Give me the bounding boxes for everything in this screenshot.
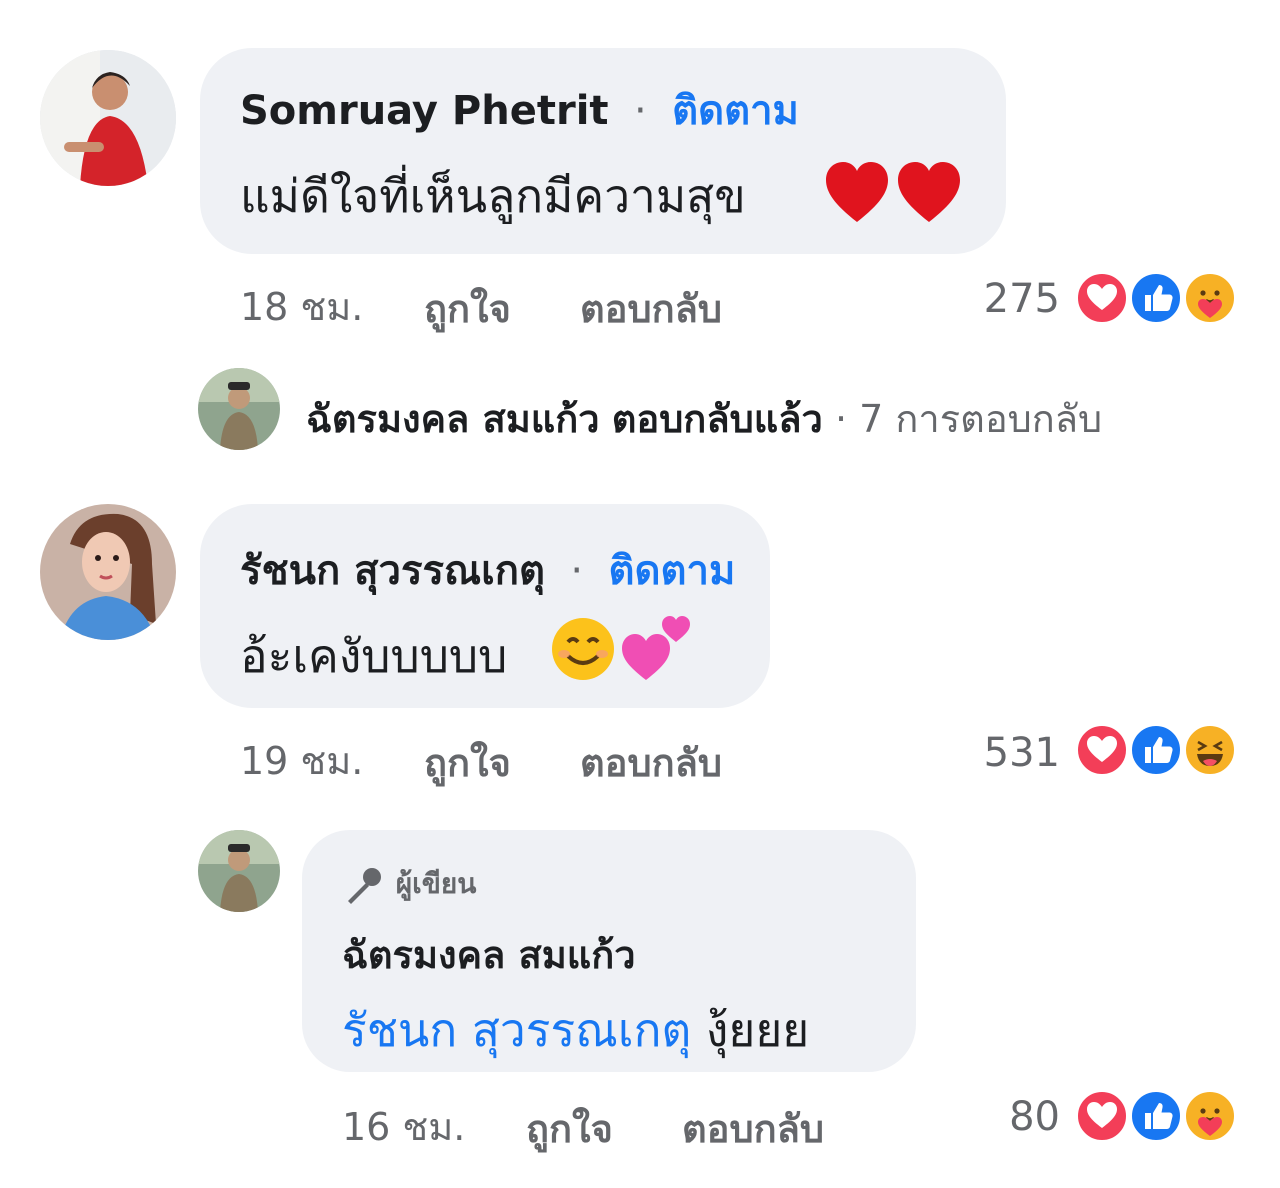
reply-author[interactable]: ฉัตรมงคล สมแก้ว bbox=[342, 924, 636, 985]
comment-text: อ้ะเคงับบบบบ bbox=[240, 629, 508, 683]
reply-text: งุ้ยยย bbox=[705, 1003, 810, 1057]
follow-link[interactable]: ติดตาม bbox=[609, 548, 736, 594]
heart-icon[interactable] bbox=[1074, 270, 1130, 326]
red-heart-emoji-icon bbox=[826, 162, 960, 222]
separator-dot: · bbox=[834, 397, 848, 441]
comment-author[interactable]: รัชนก สุวรรณเกตุ bbox=[240, 548, 545, 594]
author-badge-label: ผู้เขียน bbox=[395, 867, 477, 900]
comment-header: รัชนก สุวรรณเกตุ · ติดตาม bbox=[240, 538, 735, 602]
comment-time: 18 ชม. bbox=[240, 285, 364, 329]
reply-time: 16 ชม. bbox=[342, 1105, 466, 1149]
heart-icon[interactable] bbox=[1074, 722, 1130, 778]
heart-icon[interactable] bbox=[1074, 1088, 1130, 1144]
like-icon[interactable] bbox=[1128, 722, 1184, 778]
avatar[interactable] bbox=[40, 504, 176, 640]
separator-dot: · bbox=[557, 548, 596, 594]
reply-text-row: รัชนก สุวรรณเกตุ งุ้ยยย bbox=[342, 994, 809, 1067]
reply-bubble: ผู้เขียน ฉัตรมงคล สมแก้ว รัชนก สุวรรณเกต… bbox=[302, 830, 916, 1072]
haha-icon[interactable] bbox=[1182, 722, 1238, 778]
avatar[interactable] bbox=[40, 50, 176, 186]
author-badge: ผู้เขียน bbox=[342, 862, 476, 906]
like-button[interactable]: ถูกใจ bbox=[424, 732, 511, 793]
reply-button[interactable]: ตอบกลับ bbox=[580, 278, 722, 339]
reply-count: 7 การตอบกลับ bbox=[859, 397, 1103, 441]
separator-dot: · bbox=[621, 88, 660, 134]
comment-time: 19 ชม. bbox=[240, 739, 364, 783]
reply-author: ฉัตรมงคล สมแก้ว bbox=[306, 397, 600, 441]
mention-link[interactable]: รัชนก สุวรรณเกตุ bbox=[342, 1003, 691, 1057]
two-hearts-emoji-icon bbox=[622, 616, 690, 680]
reply-button[interactable]: ตอบกลับ bbox=[580, 732, 722, 793]
reply-button[interactable]: ตอบกลับ bbox=[682, 1098, 824, 1159]
comment-author[interactable]: Somruay Phetrit bbox=[240, 88, 609, 134]
comment-bubble: Somruay Phetrit · ติดตาม แม่ดีใจที่เห็นล… bbox=[200, 48, 1006, 254]
comment-text-row: อ้ะเคงับบบบบ bbox=[240, 620, 507, 693]
view-replies-link[interactable]: ฉัตรมงคล สมแก้ว ตอบกลับแล้ว · 7 การตอบกล… bbox=[306, 388, 1102, 449]
like-button[interactable]: ถูกใจ bbox=[526, 1098, 613, 1159]
like-icon[interactable] bbox=[1128, 1088, 1184, 1144]
comment-bubble: รัชนก สุวรรณเกตุ · ติดตาม อ้ะเคงับบบบบ bbox=[200, 504, 770, 708]
reaction-count[interactable]: 531 bbox=[960, 730, 1060, 776]
comment-header: Somruay Phetrit · ติดตาม bbox=[240, 78, 799, 142]
like-button[interactable]: ถูกใจ bbox=[424, 278, 511, 339]
microphone-icon bbox=[348, 868, 381, 904]
reply-avatar[interactable] bbox=[198, 830, 280, 912]
comment-text-row: แม่ดีใจที่เห็นลูกมีความสุข bbox=[240, 160, 746, 233]
reply-action: ตอบกลับแล้ว bbox=[611, 397, 823, 441]
reaction-count[interactable]: 275 bbox=[960, 276, 1060, 322]
like-icon[interactable] bbox=[1128, 270, 1184, 326]
smiling-face-emoji-icon bbox=[552, 618, 614, 680]
comment-text: แม่ดีใจที่เห็นลูกมีความสุข bbox=[240, 169, 746, 223]
follow-link[interactable]: ติดตาม bbox=[672, 88, 799, 134]
reply-avatar[interactable] bbox=[198, 368, 280, 450]
reaction-count[interactable]: 80 bbox=[960, 1094, 1060, 1140]
care-icon[interactable] bbox=[1182, 270, 1238, 326]
care-icon[interactable] bbox=[1182, 1088, 1238, 1144]
